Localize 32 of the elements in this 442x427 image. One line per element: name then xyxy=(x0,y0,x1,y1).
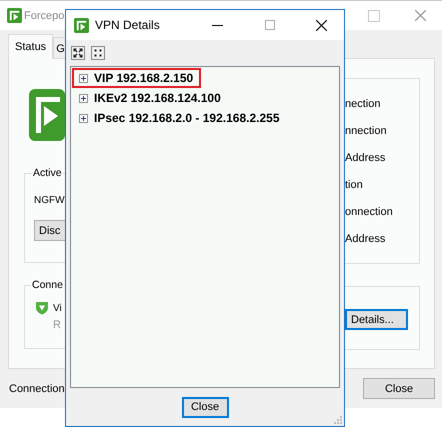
field-label: nection xyxy=(345,97,382,111)
window-title: Forcepo xyxy=(24,10,64,22)
app-logo-icon xyxy=(29,89,65,141)
gateway-name: NGFW xyxy=(34,195,65,206)
resize-grip-icon[interactable] xyxy=(334,416,342,424)
connection-name: Vi xyxy=(53,302,63,314)
details-button[interactable]: Details... xyxy=(345,309,408,330)
field-label: Address xyxy=(345,232,386,246)
expand-icon[interactable] xyxy=(79,74,88,82)
expand-icon[interactable] xyxy=(79,114,88,122)
tab[interactable]: Status xyxy=(8,34,54,59)
field-label: nnection xyxy=(345,124,388,138)
window-title: VPN Details xyxy=(95,18,160,32)
close-button[interactable]: Close xyxy=(182,396,228,418)
field-label: Address xyxy=(345,151,386,165)
collapse-all-icon[interactable] xyxy=(91,46,105,60)
close-button[interactable]: Close xyxy=(363,378,435,399)
field-label: tion xyxy=(345,178,364,192)
expand-icon[interactable] xyxy=(79,94,88,102)
group-title: Active xyxy=(32,167,63,179)
app-logo-icon xyxy=(74,18,89,32)
connection-detail: R xyxy=(53,319,62,331)
tree-item[interactable]: IPsec 192.168.2.0 - 192.168.2.255 xyxy=(72,108,288,128)
close-icon[interactable] xyxy=(316,20,327,30)
expand-all-icon[interactable] xyxy=(71,46,85,60)
app-logo-icon xyxy=(7,8,22,23)
shield-icon xyxy=(35,301,49,315)
status-label: Connection xyxy=(9,382,65,394)
group-title: Conne xyxy=(31,279,64,291)
tree-item[interactable]: VIP 192.168.2.150 xyxy=(72,68,202,88)
tree-item[interactable]: IKEv2 192.168.124.100 xyxy=(72,88,229,108)
field-label: onnection xyxy=(345,205,394,219)
